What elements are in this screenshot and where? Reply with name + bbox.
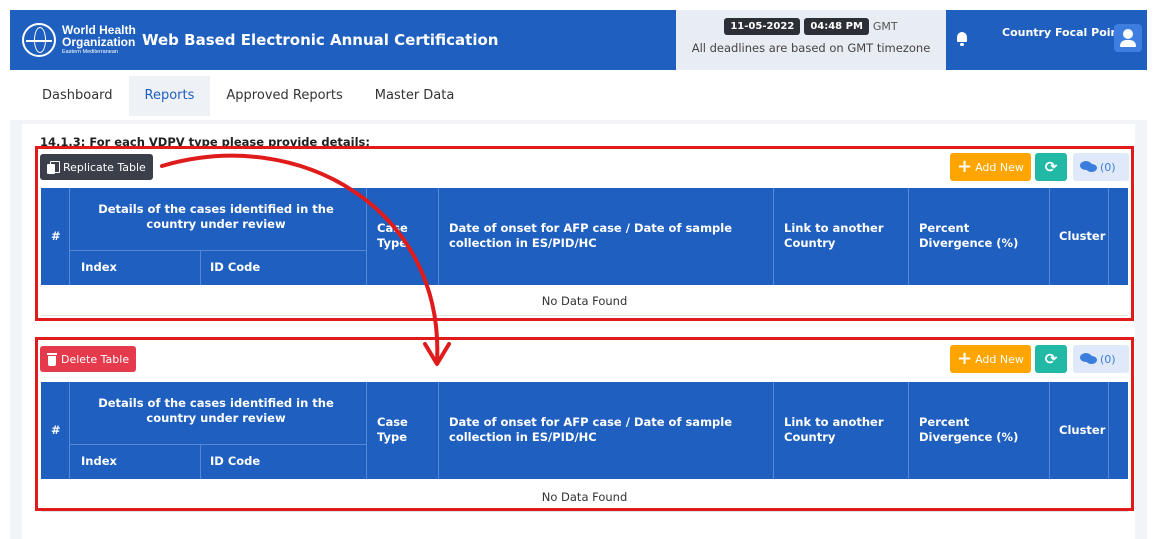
annotation-arrow — [160, 153, 451, 366]
page: World Health Organization Eastern Medite… — [0, 0, 1160, 539]
